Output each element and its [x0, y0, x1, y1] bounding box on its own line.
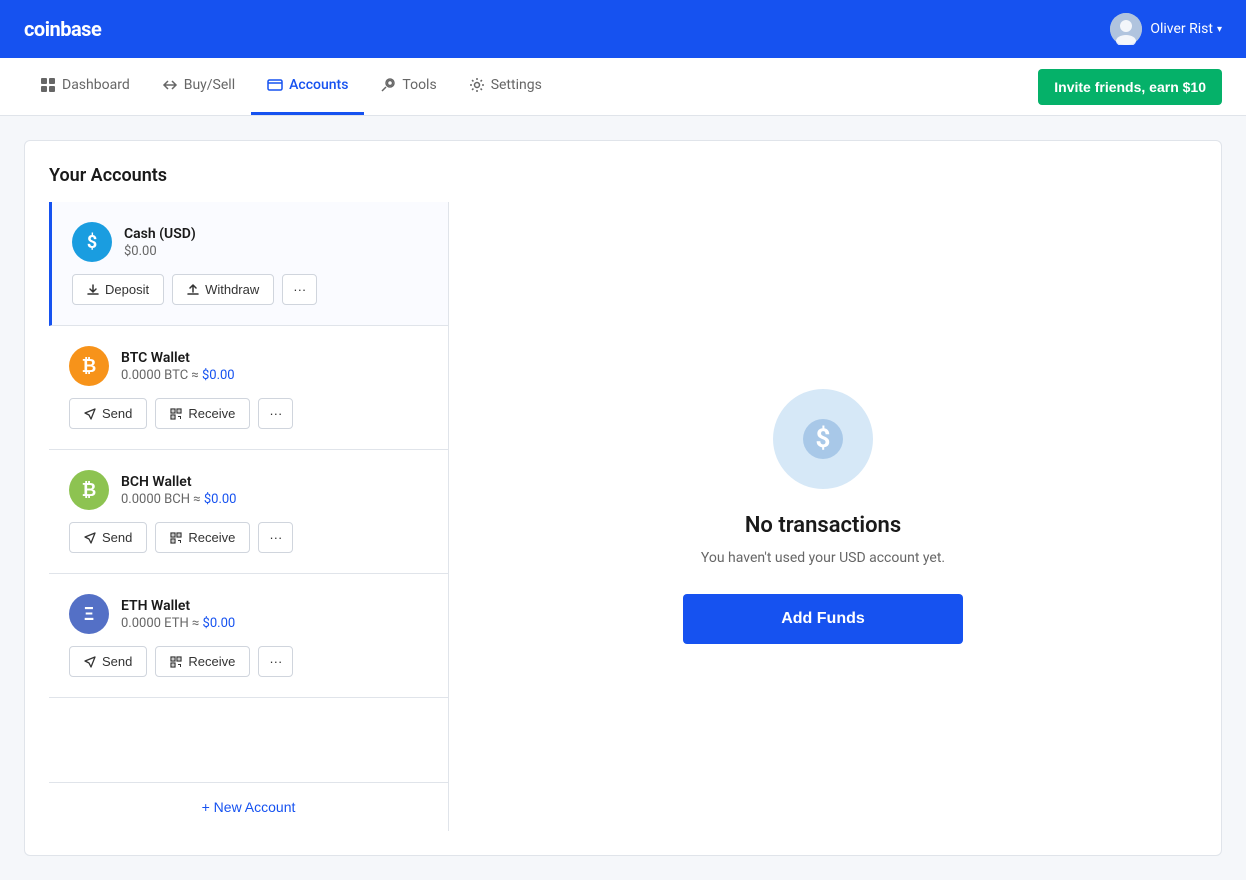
account-list: $ Cash (USD) $0.00 Deposit — [49, 202, 448, 782]
nav-label-buysell: Buy/Sell — [184, 77, 235, 93]
nav-label-tools: Tools — [402, 77, 436, 93]
send-icon — [84, 656, 96, 668]
account-item-bch[interactable]: ₿ BCH Wallet 0.0000 BCH ≈ $0.00 — [49, 450, 448, 574]
account-list-wrapper: $ Cash (USD) $0.00 Deposit — [49, 202, 449, 831]
transaction-panel: $ No transactions You haven't used your … — [449, 202, 1197, 831]
eth-actions: Send — [69, 646, 428, 677]
account-item-btc[interactable]: ₿ BTC Wallet 0.0000 BTC ≈ $0.00 — [49, 326, 448, 450]
nav-item-dashboard[interactable]: Dashboard — [24, 58, 146, 115]
qr-icon — [170, 532, 182, 544]
btc-more-button[interactable]: ··· — [258, 398, 293, 429]
nav-item-accounts[interactable]: Accounts — [251, 58, 364, 115]
accounts-title: Your Accounts — [49, 165, 1197, 186]
logo: coinbase — [24, 17, 101, 41]
avatar — [1110, 13, 1142, 45]
new-account-button[interactable]: + New Account — [49, 782, 448, 831]
nav-label-settings: Settings — [491, 77, 542, 93]
no-transactions-title: No transactions — [745, 513, 901, 538]
add-funds-button[interactable]: Add Funds — [683, 594, 963, 644]
eth-more-button[interactable]: ··· — [258, 646, 293, 677]
buysell-icon — [162, 77, 178, 93]
usd-more-button[interactable]: ··· — [282, 274, 317, 305]
bch-receive-button[interactable]: Receive — [155, 522, 250, 553]
qr-icon — [170, 408, 182, 420]
accounts-card: Your Accounts $ Cash (USD) $0.00 — [24, 140, 1222, 856]
account-item-eth[interactable]: Ξ ETH Wallet 0.0000 ETH ≈ $0.00 — [49, 574, 448, 698]
bch-more-button[interactable]: ··· — [258, 522, 293, 553]
usd-actions: Deposit Withdraw ··· — [72, 274, 428, 305]
account-item-usd[interactable]: $ Cash (USD) $0.00 Deposit — [49, 202, 448, 326]
btc-icon: ₿ — [69, 346, 109, 386]
nav-label-dashboard: Dashboard — [62, 77, 130, 93]
user-name[interactable]: Oliver Rist ▾ — [1150, 21, 1222, 37]
nav-item-tools[interactable]: Tools — [364, 58, 452, 115]
btc-receive-button[interactable]: Receive — [155, 398, 250, 429]
main-content: Your Accounts $ Cash (USD) $0.00 — [0, 116, 1246, 880]
qr-icon — [170, 656, 182, 668]
svg-text:$: $ — [816, 424, 831, 454]
usd-icon: $ — [72, 222, 112, 262]
no-transactions-description: You haven't used your USD account yet. — [701, 550, 945, 566]
header: coinbase Oliver Rist ▾ — [0, 0, 1246, 58]
eth-account-name: ETH Wallet — [121, 598, 428, 614]
nav-item-buysell[interactable]: Buy/Sell — [146, 58, 251, 115]
upload-icon — [187, 284, 199, 296]
eth-account-balance: 0.0000 ETH ≈ $0.00 — [121, 616, 428, 631]
deposit-button[interactable]: Deposit — [72, 274, 164, 305]
btc-send-button[interactable]: Send — [69, 398, 147, 429]
bch-account-balance: 0.0000 BCH ≈ $0.00 — [121, 492, 428, 507]
nav-item-settings[interactable]: Settings — [453, 58, 558, 115]
bch-send-button[interactable]: Send — [69, 522, 147, 553]
download-icon — [87, 284, 99, 296]
send-icon — [84, 532, 96, 544]
bch-actions: Send — [69, 522, 428, 553]
accounts-icon — [267, 77, 283, 93]
send-icon — [84, 408, 96, 420]
header-right: Oliver Rist ▾ — [1110, 13, 1222, 45]
bch-icon: ₿ — [69, 470, 109, 510]
nav-links: Dashboard Buy/Sell Accounts Tools — [24, 58, 558, 115]
btc-actions: Send — [69, 398, 428, 429]
accounts-layout: $ Cash (USD) $0.00 Deposit — [49, 202, 1197, 831]
no-transactions-icon: $ — [773, 389, 873, 489]
bch-account-name: BCH Wallet — [121, 474, 428, 490]
eth-send-button[interactable]: Send — [69, 646, 147, 677]
invite-button[interactable]: Invite friends, earn $10 — [1038, 69, 1222, 105]
settings-icon — [469, 77, 485, 93]
tools-icon — [380, 77, 396, 93]
usd-account-name: Cash (USD) — [124, 226, 428, 242]
btc-account-balance: 0.0000 BTC ≈ $0.00 — [121, 368, 428, 383]
eth-receive-button[interactable]: Receive — [155, 646, 250, 677]
dashboard-icon — [40, 77, 56, 93]
eth-icon: Ξ — [69, 594, 109, 634]
nav-label-accounts: Accounts — [289, 77, 348, 93]
navbar: Dashboard Buy/Sell Accounts Tools — [0, 58, 1246, 116]
usd-account-balance: $0.00 — [124, 244, 428, 259]
header-left: coinbase — [24, 17, 101, 41]
btc-account-name: BTC Wallet — [121, 350, 428, 366]
withdraw-button[interactable]: Withdraw — [172, 274, 274, 305]
chevron-down-icon: ▾ — [1217, 24, 1222, 35]
